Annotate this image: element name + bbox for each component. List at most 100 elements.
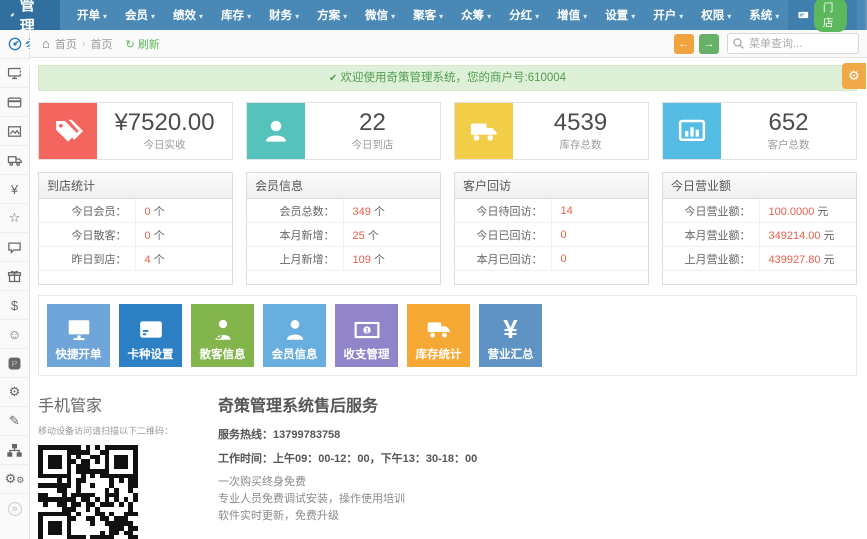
stat-row: 昨日到店： 4个 bbox=[39, 247, 232, 271]
panel-member-info: 会员信息 会员总数： 349个 本月新增： 25个 上月新增： 109个 bbox=[246, 172, 441, 285]
sidebar-item-card[interactable] bbox=[0, 88, 29, 117]
sidebar-collapse-toggle[interactable]: » bbox=[0, 494, 29, 523]
stat-card-today-income[interactable]: ¥7520.00 今日实收 bbox=[38, 102, 233, 160]
sidebar-item-edit[interactable]: ✎ bbox=[0, 407, 29, 436]
customer-icon bbox=[209, 317, 237, 343]
smiley-icon: ☺ bbox=[8, 327, 21, 342]
sidebar-item-truck[interactable] bbox=[0, 146, 29, 175]
breadcrumb-current: 首页 bbox=[91, 36, 113, 52]
sitemap-icon bbox=[7, 443, 22, 458]
nav-item-jixiao[interactable]: 绩效 bbox=[164, 7, 212, 23]
menu-search-input[interactable] bbox=[727, 33, 859, 54]
settings-handle-button[interactable]: ⚙ bbox=[842, 63, 866, 89]
nav-item-caiwu[interactable]: 财务 bbox=[260, 7, 308, 23]
stat-card-stock-total[interactable]: 4539 库存总数 bbox=[454, 102, 649, 160]
info-panels: 到店统计 今日会员： 0个 今日散客： 0个 昨日到店： 4个 会员信息 会员总… bbox=[38, 172, 857, 285]
stat-value: 25个 bbox=[344, 227, 379, 243]
truck-icon bbox=[7, 153, 23, 168]
footer: 手机管家 移动设备访问请扫描以下二维码： 奇策管理系统售后服务 服务热线：137… bbox=[38, 392, 857, 539]
quick-action-walkin-info[interactable]: 散客信息 bbox=[191, 304, 254, 367]
stat-row: 今日已回访： 0 bbox=[455, 223, 648, 247]
stat-row: 上月新增： 109个 bbox=[247, 247, 440, 271]
nav-item-quanxian[interactable]: 权限 bbox=[692, 7, 740, 23]
service-features: 一次购买终身免费 专业人员免费调试安装，操作使用培训 软件实时更新，免费升级 bbox=[218, 474, 857, 525]
sidebar-item-comment[interactable] bbox=[0, 233, 29, 262]
stat-value: 109个 bbox=[344, 251, 385, 267]
nav-item-juke[interactable]: 聚客 bbox=[404, 7, 452, 23]
image-icon bbox=[7, 124, 22, 139]
nav-item-zhongchou[interactable]: 众筹 bbox=[452, 7, 500, 23]
sidebar-item-yen[interactable]: ¥ bbox=[0, 175, 29, 204]
store-area: 门店 bbox=[788, 0, 857, 30]
quick-action-member-info[interactable]: 会员信息 bbox=[263, 304, 326, 367]
stat-label: 本月营业额： bbox=[663, 223, 760, 246]
stat-label: 今日已回访： bbox=[455, 223, 552, 246]
sidebar-item-dollar[interactable]: $ bbox=[0, 291, 29, 320]
yen-icon: ¥ bbox=[11, 182, 18, 197]
store-button[interactable]: 门店 bbox=[814, 0, 847, 32]
p-badge-icon: P bbox=[7, 356, 22, 371]
stat-row: 会员总数： 349个 bbox=[247, 199, 440, 223]
sidebar-item-star[interactable]: ☆ bbox=[0, 204, 29, 233]
welcome-banner: ✔ 欢迎使用奇策管理系统，您的商户号:610004 ⚙ bbox=[38, 65, 857, 91]
main-content: ✔ 欢迎使用奇策管理系统，您的商户号:610004 ⚙ ¥7520.00 今日实… bbox=[30, 58, 867, 539]
quick-action-stock-stats[interactable]: 库存统计 bbox=[407, 304, 470, 367]
stat-value: 0 bbox=[552, 229, 570, 241]
quick-action-fast-billing[interactable]: 快捷开单 bbox=[47, 304, 110, 367]
sidebar-item-image[interactable] bbox=[0, 117, 29, 146]
mobile-manager-title: 手机管家 bbox=[38, 392, 188, 416]
nav-item-kucun[interactable]: 库存 bbox=[212, 7, 260, 23]
sidebar-item-gear[interactable]: ⚙ bbox=[0, 378, 29, 407]
after-sales-block: 奇策管理系统售后服务 服务热线：13799783758 工作时间：上午09：00… bbox=[218, 392, 857, 539]
credit-card-icon bbox=[137, 317, 165, 343]
bar-chart-icon bbox=[677, 116, 707, 146]
nav-item-weixin[interactable]: 微信 bbox=[356, 7, 404, 23]
toolbar: ⌂ 首页 › 首页 ↻ 刷新 ← → bbox=[30, 30, 867, 58]
stat-card-today-visits[interactable]: 22 今日到店 bbox=[246, 102, 441, 160]
nav-item-kaihu[interactable]: 开户 bbox=[644, 7, 692, 23]
nav-item-kaidan[interactable]: 开单 bbox=[68, 7, 116, 23]
nav-item-shezhi[interactable]: 设置 bbox=[596, 7, 644, 23]
stat-row: 今日会员： 0个 bbox=[39, 199, 232, 223]
nav-item-xitong[interactable]: 系统 bbox=[740, 7, 788, 23]
credit-card-icon bbox=[7, 95, 22, 110]
stat-value: 14 bbox=[552, 205, 576, 217]
nav-item-fenhong[interactable]: 分红 bbox=[500, 7, 548, 23]
sidebar-item-sitemap[interactable] bbox=[0, 436, 29, 465]
star-icon: ☆ bbox=[9, 210, 21, 226]
nav-item-zengzhi[interactable]: 增值 bbox=[548, 7, 596, 23]
stat-card-customer-total[interactable]: 652 客户总数 bbox=[662, 102, 857, 160]
sidebar-item-gift[interactable] bbox=[0, 262, 29, 291]
quick-action-revenue-summary[interactable]: ¥ 营业汇总 bbox=[479, 304, 542, 367]
check-icon: ✔ bbox=[329, 73, 337, 84]
gear-icon: ⚙ bbox=[848, 68, 860, 83]
breadcrumb-root[interactable]: 首页 bbox=[55, 36, 77, 52]
refresh-button[interactable]: ↻ 刷新 bbox=[126, 36, 160, 52]
stat-label: 今日营业额： bbox=[663, 199, 760, 222]
history-forward-button[interactable]: → bbox=[699, 34, 719, 54]
top-navbar: 奇策管理系统 开单 会员 绩效 库存 财务 方案 微信 聚客 众筹 分红 增值 … bbox=[0, 0, 867, 30]
quick-action-card-settings[interactable]: 卡种设置 bbox=[119, 304, 182, 367]
stat-label: 上月营业额： bbox=[663, 247, 760, 270]
sidebar-item-p-badge[interactable]: P bbox=[0, 349, 29, 378]
panel-title: 客户回访 bbox=[455, 173, 648, 199]
nav-item-huiyuan[interactable]: 会员 bbox=[116, 7, 164, 23]
stat-value: 4539 bbox=[554, 110, 607, 135]
leaf-icon bbox=[10, 7, 15, 23]
stat-value: 0 bbox=[552, 253, 570, 265]
money-icon: 1 bbox=[352, 317, 382, 343]
stat-value: 0个 bbox=[136, 203, 165, 219]
sidebar-item-gears[interactable]: ⚙⚙ bbox=[0, 465, 29, 494]
history-back-button[interactable]: ← bbox=[674, 34, 694, 54]
stat-label: 库存总数 bbox=[560, 137, 602, 152]
hotline-number: 13799783758 bbox=[273, 429, 340, 441]
nav-item-fangan[interactable]: 方案 bbox=[308, 7, 356, 23]
svg-text:P: P bbox=[12, 359, 18, 368]
stat-label: 今日实收 bbox=[144, 137, 186, 152]
quick-action-income-expense[interactable]: 1 收支管理 bbox=[335, 304, 398, 367]
stat-value: 22 bbox=[359, 110, 386, 135]
stat-label: 今日散客： bbox=[39, 223, 136, 246]
panel-customer-callbacks: 客户回访 今日待回访： 14 今日已回访： 0 本月已回访： 0 bbox=[454, 172, 649, 285]
sidebar-item-smiley[interactable]: ☺ bbox=[0, 320, 29, 349]
stat-label: 昨日到店： bbox=[39, 247, 136, 270]
